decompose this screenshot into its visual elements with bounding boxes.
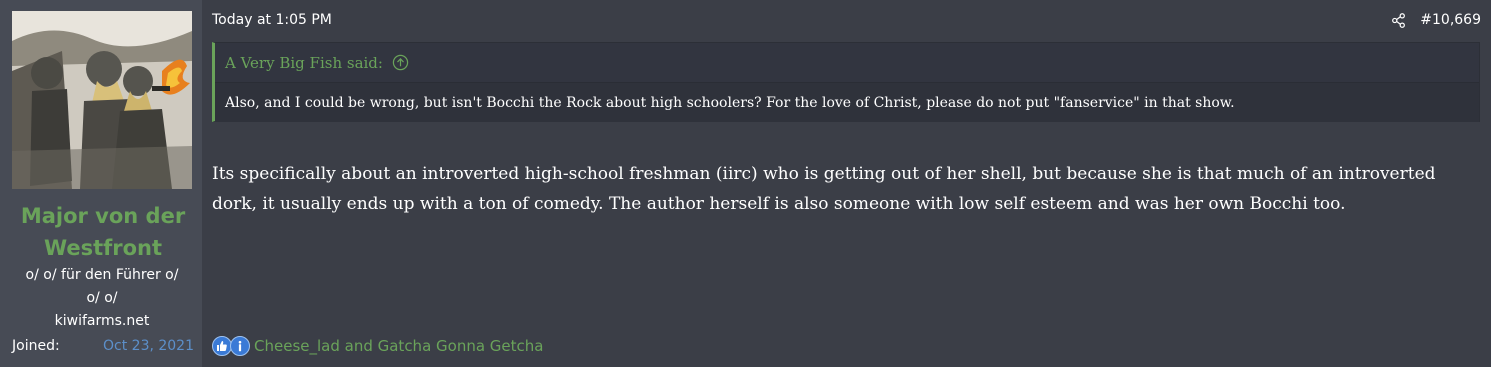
quote-text: Also, and I could be wrong, but isn't Bo… xyxy=(215,83,1479,122)
quote-block: A Very Big Fish said: Also, and I could … xyxy=(212,42,1480,122)
username[interactable]: Major von der Westfront xyxy=(0,200,206,264)
user-title-line: o/ o/ für den Führer o/ xyxy=(25,267,179,283)
post-number[interactable]: #10,669 xyxy=(1420,10,1481,30)
informative-icon xyxy=(230,336,250,356)
post-date[interactable]: Today at 1:05 PM xyxy=(212,10,332,30)
arrow-up-circle-icon[interactable] xyxy=(392,54,409,71)
post-message: Its specifically about an introverted hi… xyxy=(212,164,1436,214)
user-title-line: kiwifarms.net xyxy=(54,313,150,329)
user-title-line: o/ o/ xyxy=(86,290,118,306)
user-cell: Major von der Westfront o/ o/ für den Fü… xyxy=(0,0,202,367)
joined-label: Joined: xyxy=(12,338,60,354)
reactions-bar[interactable]: Cheese_lad and Gatcha Gonna Getcha xyxy=(212,335,543,357)
reaction-users-link[interactable]: Cheese_lad and Gatcha Gonna Getcha xyxy=(254,335,543,357)
avatar[interactable] xyxy=(12,11,192,189)
post-main: Today at 1:05 PM #10,669 A Very Big Fish… xyxy=(202,0,1491,367)
quote-author[interactable]: A Very Big Fish said: xyxy=(225,54,383,72)
joined-date: Oct 23, 2021 xyxy=(103,338,194,354)
user-joined: Joined: Oct 23, 2021 xyxy=(12,335,194,357)
share-icon[interactable] xyxy=(1391,12,1406,28)
post-actions: #10,669 xyxy=(1391,10,1481,30)
forum-post: Major von der Westfront o/ o/ für den Fü… xyxy=(0,0,1491,367)
quote-header[interactable]: A Very Big Fish said: xyxy=(215,43,1479,83)
like-icon xyxy=(212,336,232,356)
user-title: o/ o/ für den Führer o/ o/ o/ kiwifarms.… xyxy=(4,264,200,333)
avatar-image xyxy=(12,11,192,189)
